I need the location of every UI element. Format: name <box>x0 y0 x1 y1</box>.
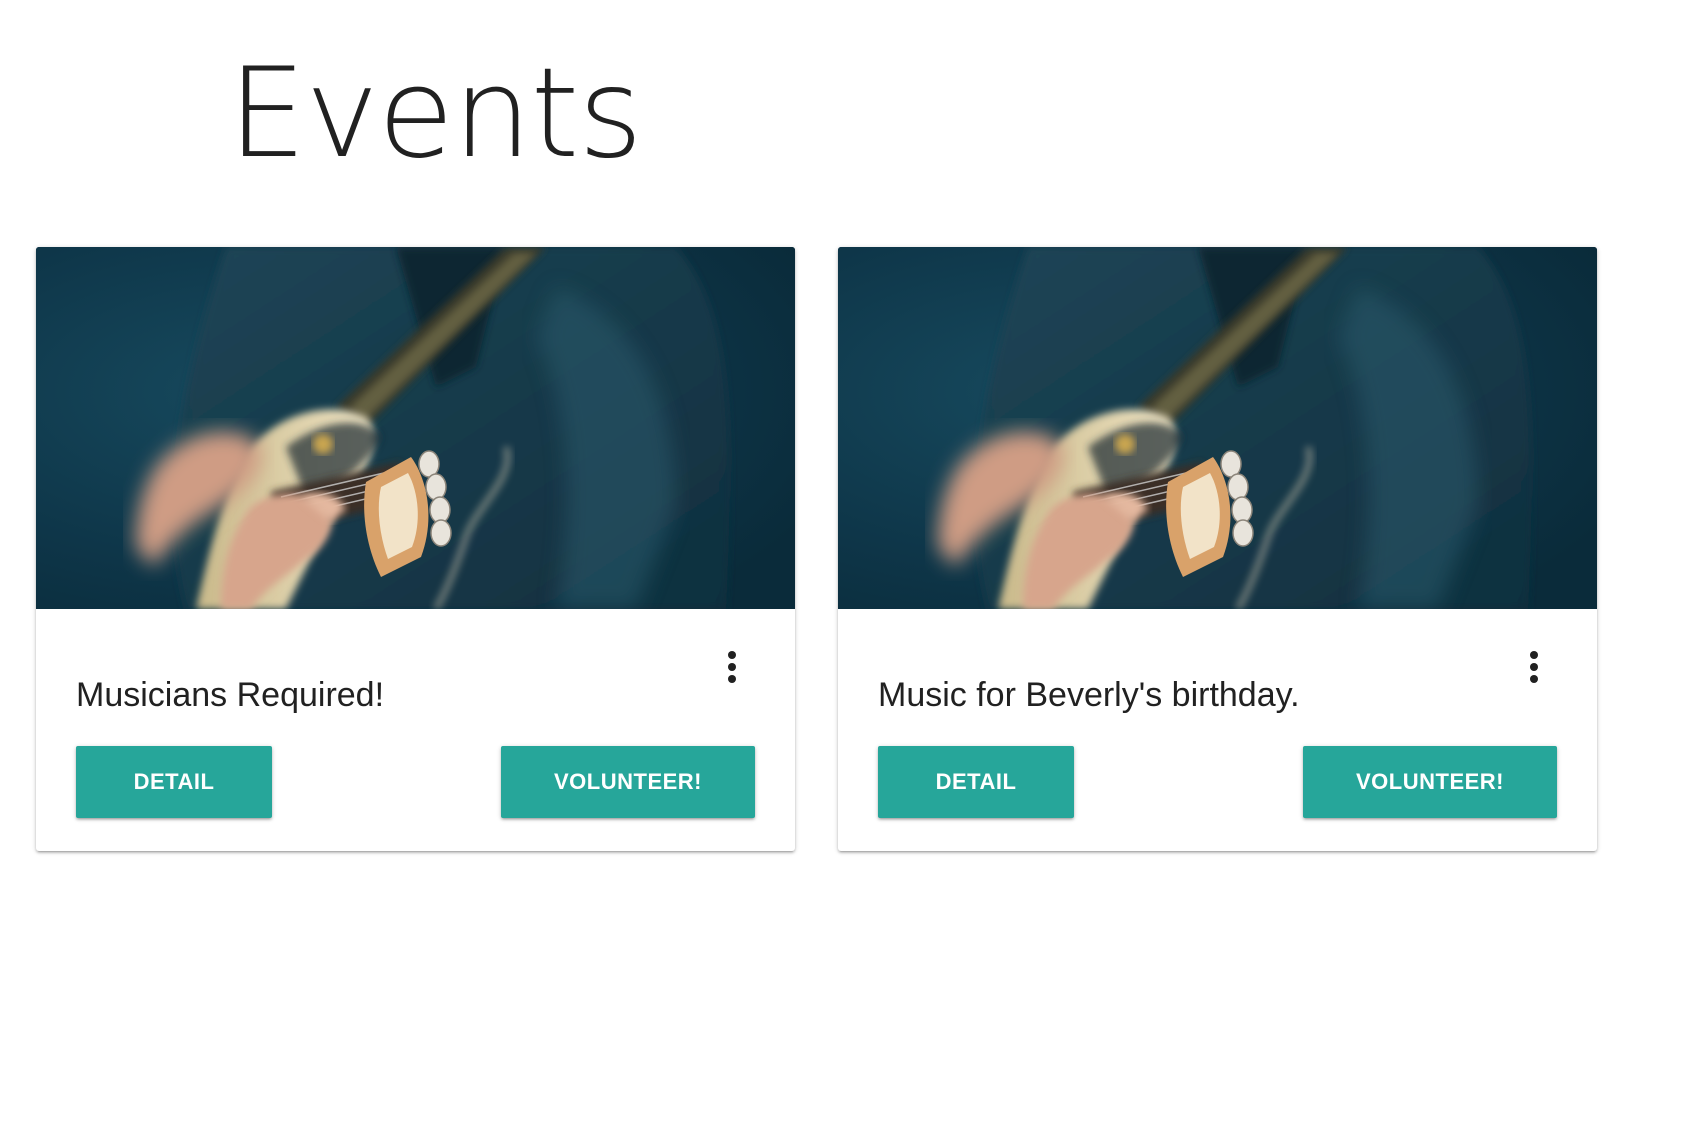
more-vert-icon[interactable] <box>1520 645 1548 689</box>
event-image <box>36 247 795 609</box>
event-card: Music for Beverly's birthday. DETAIL VOL… <box>838 247 1597 851</box>
more-vert-icon[interactable] <box>718 645 746 689</box>
volunteer-button[interactable]: VOLUNTEER! <box>1303 746 1557 818</box>
event-title: Music for Beverly's birthday. <box>878 676 1300 714</box>
event-image <box>838 247 1597 609</box>
event-card: Musicians Required! DETAIL VOLUNTEER! <box>36 247 795 851</box>
guitarist-photo <box>838 247 1597 609</box>
event-title: Musicians Required! <box>76 676 385 714</box>
detail-button[interactable]: DETAIL <box>76 746 272 818</box>
volunteer-button[interactable]: VOLUNTEER! <box>501 746 755 818</box>
detail-button[interactable]: DETAIL <box>878 746 1074 818</box>
guitarist-photo <box>36 247 795 609</box>
events-page: Events Musicians Required! DETAIL VOLUNT… <box>0 0 1702 1132</box>
page-title: Events <box>228 42 643 186</box>
